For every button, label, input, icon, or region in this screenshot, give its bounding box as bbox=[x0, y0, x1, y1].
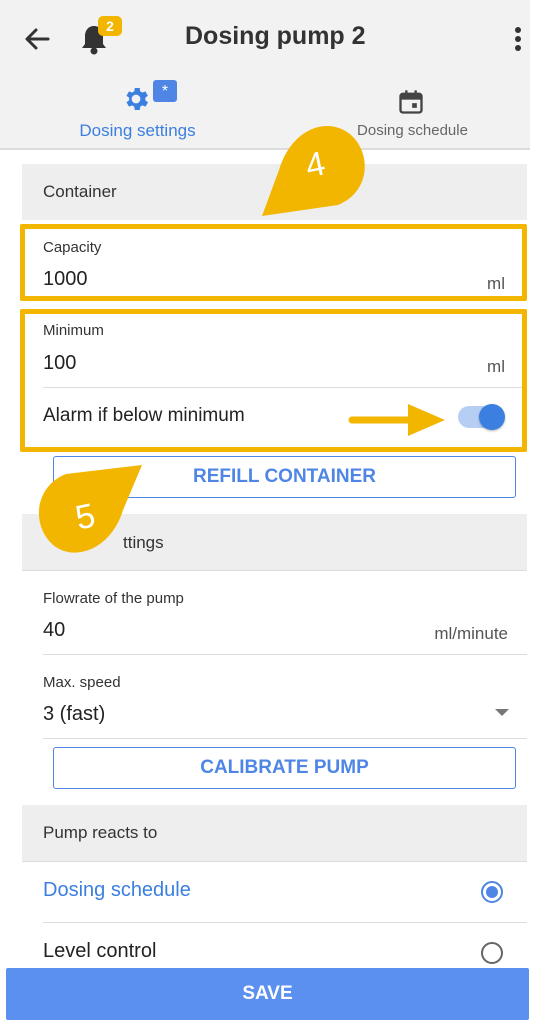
flowrate-value[interactable]: 40 bbox=[43, 619, 65, 642]
section-title: Container bbox=[43, 182, 117, 201]
flowrate-unit: ml/minute bbox=[434, 624, 508, 643]
divider bbox=[22, 570, 527, 571]
tab-label: Dosing settings bbox=[79, 121, 196, 140]
save-button[interactable]: SAVE bbox=[6, 968, 529, 1020]
divider bbox=[43, 654, 527, 655]
tab-label: Dosing schedule bbox=[357, 122, 468, 139]
refill-container-button[interactable]: REFILL CONTAINER bbox=[53, 456, 516, 498]
flowrate-label: Flowrate of the pump bbox=[43, 590, 184, 607]
tab-badge: * bbox=[153, 80, 177, 102]
tab-dosing-settings[interactable]: * Dosing settings bbox=[50, 80, 225, 148]
back-arrow-icon[interactable] bbox=[22, 24, 52, 54]
minimum-highlight bbox=[20, 309, 527, 452]
divider bbox=[43, 738, 527, 739]
section-title: Pump reacts to bbox=[43, 823, 158, 842]
calendar-icon bbox=[399, 90, 423, 114]
reacts-to-section-header: Pump reacts to bbox=[22, 805, 527, 861]
dropdown-arrow-icon[interactable] bbox=[494, 708, 510, 718]
gear-icon bbox=[126, 88, 148, 110]
capacity-highlight bbox=[20, 224, 527, 301]
max-speed-label: Max. speed bbox=[43, 674, 121, 691]
container-section-header: Container bbox=[22, 164, 527, 220]
tab-dosing-schedule[interactable]: Dosing schedule bbox=[330, 80, 495, 148]
divider bbox=[22, 861, 527, 862]
max-speed-value[interactable]: 3 (fast) bbox=[43, 703, 105, 726]
divider bbox=[43, 922, 527, 923]
option-label: Dosing schedule bbox=[43, 879, 191, 901]
radio-button[interactable] bbox=[481, 942, 503, 964]
calibrate-pump-button[interactable]: CALIBRATE PUMP bbox=[53, 747, 516, 789]
notification-badge: 2 bbox=[98, 16, 122, 36]
page-title: Dosing pump 2 bbox=[185, 22, 366, 50]
more-vert-icon[interactable] bbox=[505, 24, 525, 54]
option-label: Level control bbox=[43, 940, 157, 962]
pump-settings-section-header: ttings bbox=[22, 514, 527, 570]
radio-button[interactable] bbox=[481, 881, 503, 903]
app-bar: 2 Dosing pump 2 * Dosing settings Dosing… bbox=[0, 0, 530, 150]
section-title: ttings bbox=[123, 533, 164, 552]
